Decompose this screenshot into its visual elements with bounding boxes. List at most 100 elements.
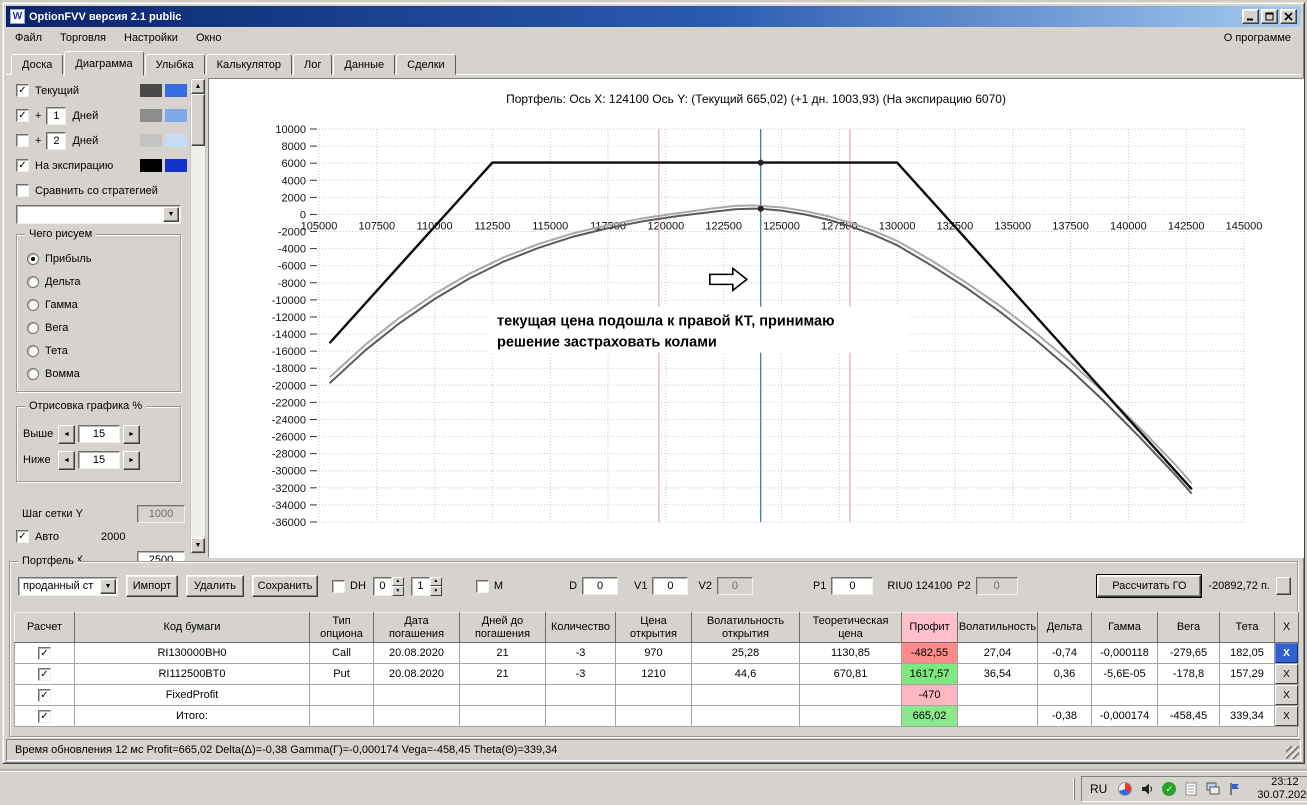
range-input[interactable]: 15 (78, 451, 120, 469)
grid-y-input[interactable]: 1000 (137, 504, 185, 523)
range-row: Ниже ◄ 15 ► (23, 447, 174, 473)
menu-item[interactable]: Торговля (51, 29, 115, 47)
import-button[interactable]: Импорт (126, 575, 178, 597)
extra-mini-button[interactable] (1276, 577, 1291, 595)
color-swatch[interactable] (140, 84, 162, 97)
range-group-title: Отрисовка графика % (25, 400, 147, 412)
row-delete-button[interactable]: Х (1275, 643, 1298, 663)
color-swatch[interactable] (165, 84, 187, 97)
draw-radio[interactable] (27, 252, 39, 265)
menu-item[interactable]: Окно (187, 29, 231, 47)
increase-button[interactable]: ► (123, 450, 140, 470)
color-swatch[interactable] (140, 159, 162, 172)
series-checkbox[interactable] (16, 134, 29, 147)
tray-app-icon[interactable] (1117, 781, 1133, 797)
cell: -279,65 (1157, 642, 1220, 664)
svg-text:137500: 137500 (1052, 220, 1089, 232)
language-indicator[interactable]: RU (1090, 782, 1107, 796)
menu-item[interactable]: Настройки (115, 29, 187, 47)
tab-3[interactable]: Калькулятор (205, 54, 293, 75)
close-button[interactable] (1280, 9, 1297, 24)
row-calc-checkbox[interactable] (38, 667, 51, 681)
calc-go-button[interactable]: Рассчитать ГО (1097, 575, 1202, 597)
payoff-chart[interactable]: 1000080006000400020000-2000-4000-6000-80… (209, 115, 1302, 553)
dh-spinner-2[interactable]: 1 ▲ ▼ (410, 576, 442, 596)
cell: 339,34 (1219, 705, 1275, 727)
row-calc-checkbox[interactable] (38, 646, 51, 660)
d-input[interactable]: 0 (582, 577, 619, 595)
draw-radio[interactable] (27, 275, 39, 288)
p2-input[interactable]: 0 (975, 577, 1018, 595)
strategy-select[interactable]: проданный ст ▼ (18, 576, 118, 596)
settings-scrollbar[interactable]: ▲ ▼ (190, 78, 206, 554)
save-button[interactable]: Сохранить (252, 575, 318, 597)
spin-up-icon[interactable]: ▲ (391, 576, 404, 586)
scroll-up-button[interactable]: ▲ (191, 79, 205, 94)
minimize-button[interactable] (1242, 9, 1259, 24)
m-checkbox[interactable] (475, 579, 489, 593)
spin-down-icon[interactable]: ▼ (391, 586, 404, 596)
v1-input[interactable]: 0 (652, 577, 689, 595)
tab-2[interactable]: Улыбка (144, 54, 205, 75)
clock[interactable]: 23:12 30.07.2020 (1257, 776, 1307, 802)
draw-radio[interactable] (27, 344, 39, 357)
resize-grip[interactable] (1286, 746, 1299, 759)
go-value: -20892,72 п. (1208, 580, 1270, 592)
row-calc-checkbox[interactable] (38, 688, 51, 702)
tab-4[interactable]: Лог (293, 54, 333, 75)
tab-0[interactable]: Доска (11, 54, 64, 75)
color-swatch[interactable] (140, 109, 162, 122)
compare-strategy-select[interactable]: ▼ (16, 205, 181, 224)
compare-checkbox[interactable] (16, 184, 29, 197)
chevron-down-icon[interactable]: ▼ (100, 578, 116, 594)
p1-input[interactable]: 0 (831, 577, 874, 595)
days-input[interactable]: 1 (46, 106, 67, 125)
menu-about[interactable]: О программе (1214, 29, 1301, 47)
scroll-thumb[interactable] (191, 94, 205, 146)
series-checkbox[interactable] (16, 84, 29, 97)
cell: -0,000118 (1091, 642, 1158, 664)
column-header: Волатильность открытия (691, 612, 800, 643)
maximize-button[interactable] (1261, 9, 1278, 24)
tab-1[interactable]: Диаграмма (64, 51, 144, 76)
row-delete-button[interactable]: Х (1275, 685, 1298, 705)
row-calc-checkbox[interactable] (38, 709, 51, 723)
chevron-down-icon[interactable]: ▼ (163, 207, 179, 222)
draw-radio[interactable] (27, 298, 39, 311)
row-delete-button[interactable]: Х (1275, 664, 1298, 684)
days-input[interactable]: 2 (46, 131, 67, 150)
dh-spinner-1[interactable]: 0 ▲ ▼ (372, 576, 404, 596)
auto-checkbox[interactable] (16, 530, 29, 543)
flag-icon[interactable] (1227, 781, 1243, 797)
color-swatch[interactable] (165, 109, 187, 122)
range-input[interactable]: 15 (78, 425, 120, 443)
draw-radio[interactable] (27, 321, 39, 334)
scroll-down-button[interactable]: ▼ (191, 538, 205, 553)
draw-radio[interactable] (27, 367, 39, 380)
decrease-button[interactable]: ◄ (58, 450, 75, 470)
shield-check-icon[interactable]: ✓ (1161, 781, 1177, 797)
scroll-track[interactable] (191, 94, 205, 538)
p2-label: P2 (957, 580, 971, 592)
series-checkbox[interactable] (16, 109, 29, 122)
color-swatch[interactable] (165, 134, 187, 147)
volume-icon[interactable] (1139, 781, 1155, 797)
series-checkbox[interactable] (16, 159, 29, 172)
tab-6[interactable]: Сделки (396, 54, 456, 75)
menu-item[interactable]: Файл (6, 29, 51, 47)
tab-5[interactable]: Данные (333, 54, 396, 75)
spin-down-icon[interactable]: ▼ (429, 586, 442, 596)
spin-up-icon[interactable]: ▲ (429, 576, 442, 586)
clipboard-icon[interactable] (1183, 781, 1199, 797)
increase-button[interactable]: ► (123, 424, 140, 444)
decrease-button[interactable]: ◄ (58, 424, 75, 444)
dh-checkbox[interactable] (332, 579, 345, 593)
cell: 1130,85 (799, 642, 902, 664)
delete-button[interactable]: Удалить (186, 575, 244, 597)
color-swatch[interactable] (140, 134, 162, 147)
network-icon[interactable] (1205, 781, 1221, 797)
portfolio-toolbar: проданный ст ▼ Импорт Удалить Сохранить … (16, 574, 1291, 598)
row-delete-button[interactable]: Х (1275, 706, 1298, 726)
color-swatch[interactable] (165, 159, 187, 172)
v2-input[interactable]: 0 (716, 577, 753, 595)
